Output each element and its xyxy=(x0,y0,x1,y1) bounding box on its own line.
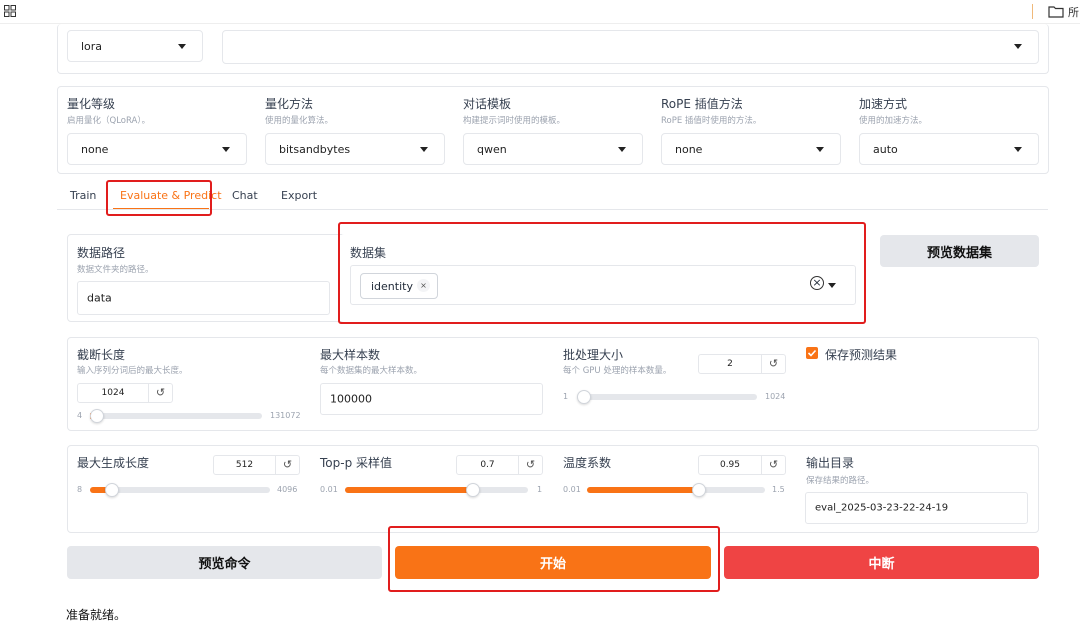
option-desc: 构建提示词时使用的模板。 xyxy=(463,116,566,126)
tab-export[interactable]: Export xyxy=(281,189,317,202)
temperature-slider[interactable] xyxy=(587,483,765,497)
cutoff-desc: 输入序列分词后的最大长度。 xyxy=(77,366,188,376)
batch-size-number-input[interactable]: 2 ↺ xyxy=(698,354,786,374)
chevron-down-icon xyxy=(816,147,824,152)
slider-thumb[interactable] xyxy=(692,483,706,497)
option-select[interactable]: none xyxy=(67,133,247,165)
option-label: 量化方法 xyxy=(265,97,314,111)
preview-dataset-button[interactable]: 预览数据集 xyxy=(880,235,1039,267)
output-dir-input[interactable]: eval_2025-03-23-22-24-19 xyxy=(805,492,1028,524)
output-dir-label: 输出目录 xyxy=(806,456,855,470)
option-select[interactable]: qwen xyxy=(463,133,643,165)
cutoff-number-input[interactable]: 1024 ↺ xyxy=(77,383,173,403)
check-icon xyxy=(807,349,817,357)
chevron-down-icon xyxy=(222,147,230,152)
chevron-down-icon xyxy=(1014,44,1022,49)
top-p-number-input[interactable]: 0.7 ↺ xyxy=(456,455,543,475)
max-samples-input[interactable]: 100000 xyxy=(320,383,543,415)
reset-icon[interactable]: ↺ xyxy=(518,456,542,474)
slider-thumb[interactable] xyxy=(466,483,480,497)
max-new-tokens-min: 8 xyxy=(77,485,83,494)
abort-button[interactable]: 中断 xyxy=(724,546,1039,579)
cutoff-label: 截断长度 xyxy=(77,348,126,362)
option-desc: RoPE 插值时使用的方法。 xyxy=(661,116,762,126)
option-label: 对话模板 xyxy=(463,97,512,111)
apps-grid-icon[interactable] xyxy=(4,5,16,17)
temperature-label: 温度系数 xyxy=(563,456,612,470)
highlight-start-box xyxy=(388,526,720,592)
option-desc: 使用的量化算法。 xyxy=(265,116,334,126)
chevron-down-icon xyxy=(420,147,428,152)
top-p-max: 1 xyxy=(537,485,543,494)
bookmark-divider xyxy=(1032,4,1033,19)
highlight-dataset-box xyxy=(338,222,866,324)
option-label: 量化等级 xyxy=(67,97,116,111)
option-select[interactable]: bitsandbytes xyxy=(265,133,445,165)
checkpoint-select[interactable] xyxy=(222,30,1039,64)
preview-command-button[interactable]: 预览命令 xyxy=(67,546,382,579)
max-new-tokens-max: 4096 xyxy=(277,485,298,494)
bookmark-folder-label[interactable]: 所 xyxy=(1068,4,1079,20)
option-desc: 使用的加速方法。 xyxy=(859,116,928,126)
cutoff-min: 4 xyxy=(77,411,83,420)
batch-size-min: 1 xyxy=(563,392,569,401)
chevron-down-icon xyxy=(178,44,186,49)
tab-train[interactable]: Train xyxy=(70,189,96,202)
save-predict-label[interactable]: 保存预测结果 xyxy=(825,346,897,363)
cutoff-max: 131072 xyxy=(270,411,301,420)
reset-icon[interactable]: ↺ xyxy=(275,456,299,474)
finetune-method-select[interactable]: lora xyxy=(67,30,203,62)
slider-thumb[interactable] xyxy=(577,390,591,404)
temperature-max: 1.5 xyxy=(772,485,785,494)
top-p-label: Top-p 采样值 xyxy=(320,456,393,470)
max-new-tokens-slider[interactable] xyxy=(90,483,270,497)
temperature-number-input[interactable]: 0.95 ↺ xyxy=(698,455,786,475)
chevron-down-icon xyxy=(618,147,626,152)
batch-size-slider[interactable] xyxy=(577,390,757,404)
highlight-tab-box xyxy=(106,180,212,216)
option-label: RoPE 插值方法 xyxy=(661,97,743,111)
reset-icon[interactable]: ↺ xyxy=(761,456,785,474)
option-select[interactable]: auto xyxy=(859,133,1039,165)
reset-icon[interactable]: ↺ xyxy=(761,355,785,373)
slider-thumb[interactable] xyxy=(105,483,119,497)
max-samples-label: 最大样本数 xyxy=(320,348,381,362)
chevron-down-icon xyxy=(1014,147,1022,152)
option-desc: 启用量化（QLoRA）。 xyxy=(67,116,151,126)
browser-bar: 所 xyxy=(0,0,1080,24)
reset-icon[interactable]: ↺ xyxy=(148,384,172,402)
batch-size-max: 1024 xyxy=(765,392,786,401)
folder-icon[interactable] xyxy=(1048,5,1064,18)
dataset-dir-label: 数据路径 xyxy=(77,246,126,260)
output-dir-desc: 保存结果的路径。 xyxy=(806,476,875,486)
top-p-slider[interactable] xyxy=(345,483,528,497)
max-new-tokens-number-input[interactable]: 512 ↺ xyxy=(213,455,300,475)
dataset-dir-input[interactable]: data xyxy=(77,281,330,315)
batch-size-desc: 每个 GPU 处理的样本数量。 xyxy=(563,366,672,376)
batch-size-label: 批处理大小 xyxy=(563,348,624,362)
cutoff-slider[interactable] xyxy=(90,409,262,423)
temperature-min: 0.01 xyxy=(563,485,581,494)
option-label: 加速方式 xyxy=(859,97,908,111)
max-samples-desc: 每个数据集的最大样本数。 xyxy=(320,366,423,376)
option-select[interactable]: none xyxy=(661,133,841,165)
slider-thumb[interactable] xyxy=(90,409,104,423)
status-text: 准备就绪。 xyxy=(66,608,127,622)
tab-chat[interactable]: Chat xyxy=(232,189,258,202)
max-new-tokens-label: 最大生成长度 xyxy=(77,456,150,470)
top-p-min: 0.01 xyxy=(320,485,338,494)
dataset-dir-desc: 数据文件夹的路径。 xyxy=(77,265,154,275)
save-predict-checkbox[interactable] xyxy=(806,347,818,359)
